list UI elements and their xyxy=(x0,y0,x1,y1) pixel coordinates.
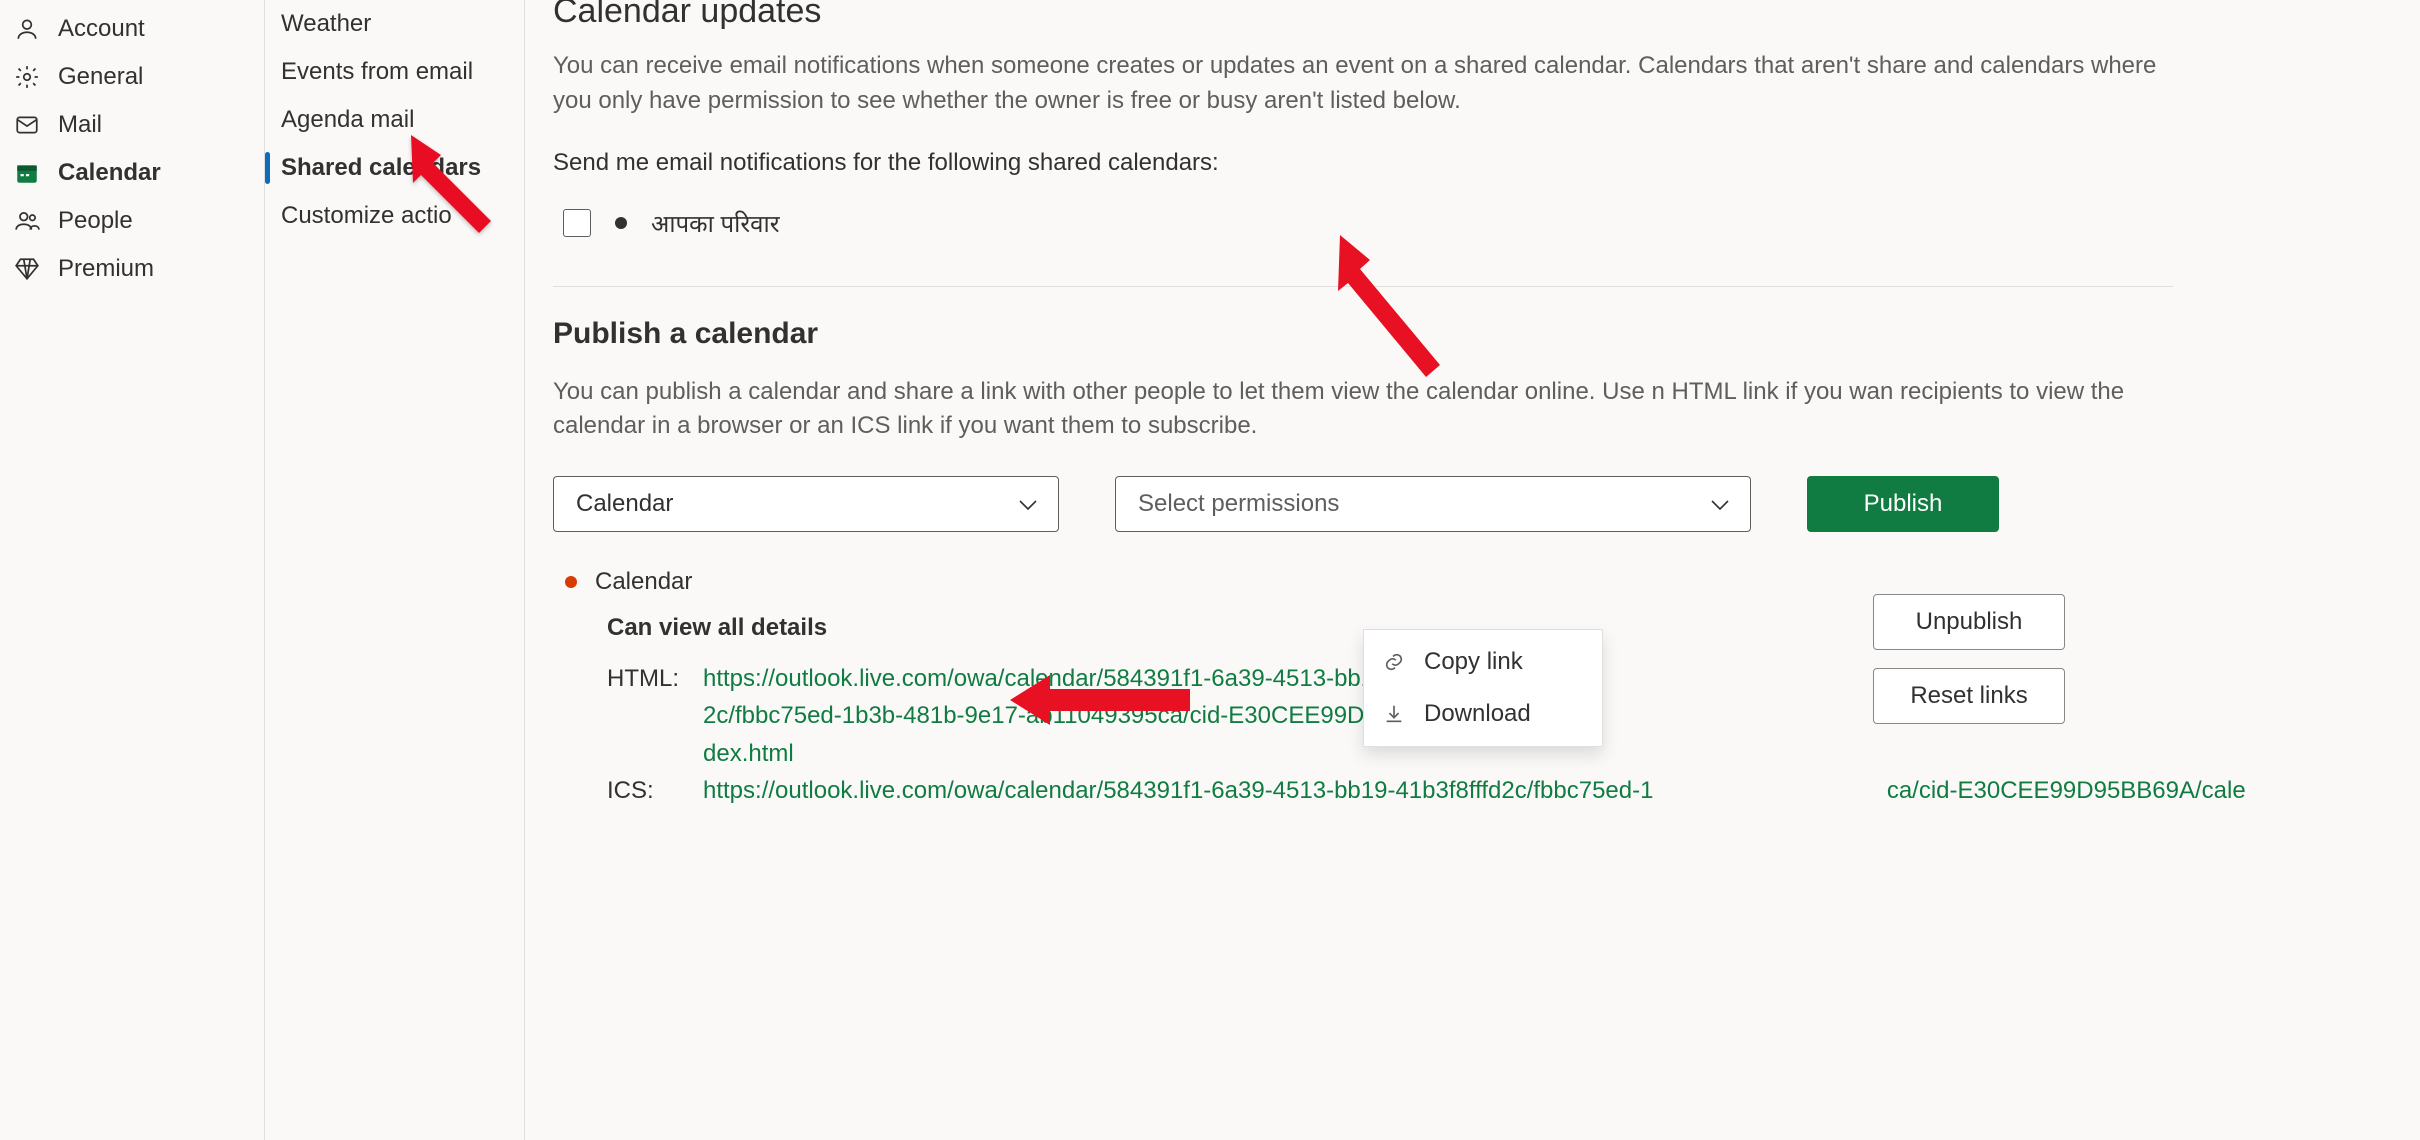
shared-calendar-name: आपका परिवार xyxy=(651,207,780,240)
publish-button[interactable]: Publish xyxy=(1807,476,1999,532)
nav-item-label: Premium xyxy=(58,255,154,283)
person-icon xyxy=(14,16,40,42)
context-copy-link[interactable]: Copy link xyxy=(1364,636,1602,688)
link-context-menu: Copy link Download xyxy=(1363,629,1603,747)
select-calendar-value: Calendar xyxy=(576,490,673,518)
nav-item-mail[interactable]: Mail xyxy=(0,101,264,149)
calendar-updates-title: Calendar updates xyxy=(553,0,2420,31)
nav-item-premium[interactable]: Premium xyxy=(0,245,264,293)
chevron-down-icon xyxy=(1710,490,1730,518)
reset-links-button[interactable]: Reset links xyxy=(1873,668,2065,724)
select-permissions-value: Select permissions xyxy=(1138,490,1339,518)
nav-item-label: Account xyxy=(58,15,145,43)
annotation-arrow-3 xyxy=(1010,665,1190,735)
published-permission-text: Can view all details xyxy=(607,614,1813,642)
publish-controls-row: Calendar Select permissions Publish xyxy=(553,476,2420,532)
published-calendar-name: Calendar xyxy=(595,568,692,596)
unpublish-button-label: Unpublish xyxy=(1916,608,2023,636)
select-permissions-dropdown[interactable]: Select permissions xyxy=(1115,476,1751,532)
link-icon xyxy=(1382,650,1406,674)
reset-links-button-label: Reset links xyxy=(1910,682,2027,710)
ics-link-url[interactable]: https://outlook.live.com/owa/calendar/58… xyxy=(703,772,1503,809)
context-download-label: Download xyxy=(1424,700,1531,728)
gear-icon xyxy=(14,64,40,90)
annotation-arrow-2 xyxy=(1320,235,1460,395)
published-calendar-heading: Calendar xyxy=(565,568,1813,596)
context-download[interactable]: Download xyxy=(1364,688,1602,740)
shared-calendar-row: आपका परिवार xyxy=(563,207,2420,240)
nav-item-account[interactable]: Account xyxy=(0,5,264,53)
nav-item-general[interactable]: General xyxy=(0,53,264,101)
chevron-down-icon xyxy=(1018,490,1038,518)
diamond-icon xyxy=(14,256,40,282)
calendar-updates-subhead: Send me email notifications for the foll… xyxy=(553,149,2420,177)
context-copy-label: Copy link xyxy=(1424,648,1523,676)
nav-item-calendar[interactable]: Calendar xyxy=(0,149,264,197)
publish-button-label: Publish xyxy=(1864,490,1943,518)
subnav-label: Weather xyxy=(281,10,371,37)
published-actions: Unpublish Reset links xyxy=(1873,594,2065,724)
nav-item-label: General xyxy=(58,63,143,91)
bullet-icon xyxy=(565,576,577,588)
download-icon xyxy=(1382,702,1406,726)
calendar-icon xyxy=(14,160,40,186)
html-link-label: HTML: xyxy=(607,660,689,772)
subnav-item-events-from-email[interactable]: Events from email xyxy=(265,48,524,96)
unpublish-button[interactable]: Unpublish xyxy=(1873,594,2065,650)
ics-link-label: ICS: xyxy=(607,772,689,809)
ics-link-row: ICS: https://outlook.live.com/owa/calend… xyxy=(607,772,1813,809)
annotation-arrow-1 xyxy=(401,125,521,245)
subnav-label: Agenda mail xyxy=(281,106,414,133)
nav-item-label: People xyxy=(58,207,133,235)
published-links: HTML: https://outlook.live.com/owa/calen… xyxy=(607,660,1813,809)
select-calendar-dropdown[interactable]: Calendar xyxy=(553,476,1059,532)
bullet-icon xyxy=(615,217,627,229)
primary-nav: Account General Mail Calendar People xyxy=(0,0,265,1140)
main-content: Calendar updates You can receive email n… xyxy=(525,0,2420,1140)
nav-item-label: Mail xyxy=(58,111,102,139)
publish-title: Publish a calendar xyxy=(553,317,2420,351)
nav-item-people[interactable]: People xyxy=(0,197,264,245)
nav-item-label: Calendar xyxy=(58,159,161,187)
calendar-updates-description: You can receive email notifications when… xyxy=(553,49,2173,119)
shared-calendar-checkbox[interactable] xyxy=(563,209,591,237)
people-icon xyxy=(14,208,40,234)
subnav-item-weather[interactable]: Weather xyxy=(265,0,524,48)
subnav-label: Events from email xyxy=(281,58,473,85)
mail-icon xyxy=(14,112,40,138)
html-link-row: HTML: https://outlook.live.com/owa/calen… xyxy=(607,660,1813,772)
